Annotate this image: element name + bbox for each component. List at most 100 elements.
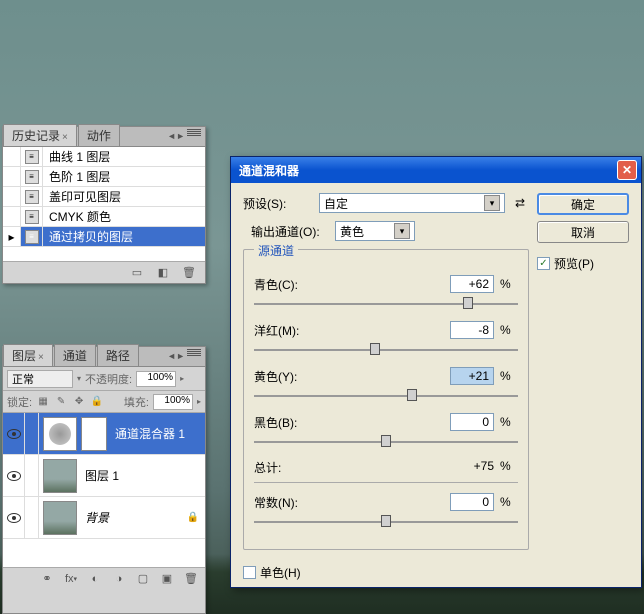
history-item[interactable]: ≡ 盖印可见图层: [3, 187, 205, 207]
eye-icon: [7, 513, 21, 523]
blend-mode-select[interactable]: 正常: [7, 370, 73, 388]
lock-indicator-icon: 🔒: [187, 512, 199, 523]
adjustment-thumb[interactable]: [43, 417, 77, 451]
magenta-slider[interactable]: [254, 341, 518, 357]
opacity-label: 不透明度:: [85, 371, 132, 387]
tab-close-icon[interactable]: ×: [38, 352, 44, 363]
monochrome-label: 单色(H): [260, 564, 301, 581]
tab-paths[interactable]: 路径: [97, 344, 139, 366]
fill-input[interactable]: 100%: [153, 394, 193, 410]
layer-style-icon[interactable]: fx▾: [63, 572, 79, 586]
panel-menu-icon[interactable]: [187, 129, 201, 143]
cyan-slider[interactable]: [254, 295, 518, 311]
history-item-selected[interactable]: ▸≡ 通过拷贝的图层: [3, 227, 205, 247]
layer-mask-thumb[interactable]: [81, 417, 107, 451]
history-item[interactable]: ≡ 色阶 1 图层: [3, 167, 205, 187]
layer-thumb[interactable]: [43, 459, 77, 493]
history-item[interactable]: ≡ 曲线 1 图层: [3, 147, 205, 167]
visibility-toggle[interactable]: [3, 413, 25, 454]
layer-icon: ≡: [25, 230, 39, 244]
delete-state-icon[interactable]: 🗑: [181, 266, 197, 280]
monochrome-checkbox[interactable]: [243, 566, 256, 579]
history-list: ≡ 曲线 1 图层 ≡ 色阶 1 图层 ≡ 盖印可见图层 ≡ CMYK 颜色 ▸…: [3, 147, 205, 261]
add-mask-icon[interactable]: ◐: [87, 572, 103, 586]
preview-checkbox[interactable]: ✓: [537, 257, 550, 270]
layers-panel: 图层× 通道 路径 ◄► 正常 ▾ 不透明度: 100% ▸ 锁定: ▦ ✎ ✥…: [2, 346, 206, 614]
lock-pixels-icon[interactable]: ✎: [54, 395, 68, 409]
dialog-titlebar[interactable]: 通道混和器 ✕: [231, 157, 641, 183]
total-value: +75: [474, 459, 494, 476]
cyan-input[interactable]: [450, 275, 494, 293]
layer-row[interactable]: 背景 🔒: [3, 497, 205, 539]
layer-name[interactable]: 通道混合器 1: [111, 425, 205, 442]
output-channel-label: 输出通道(O):: [251, 223, 329, 240]
history-current-marker: ▸: [3, 227, 21, 246]
layers-tabs: 图层× 通道 路径 ◄►: [3, 347, 205, 367]
source-channels-fieldset: 源通道 青色(C): % 洋红(M): % 黄色(Y): %: [243, 249, 529, 550]
panel-menu-icon[interactable]: [187, 349, 201, 363]
magenta-label: 洋红(M):: [254, 322, 312, 339]
new-layer-icon[interactable]: ▣: [159, 572, 175, 586]
tab-history[interactable]: 历史记录×: [3, 124, 77, 146]
ok-button[interactable]: 确定: [537, 193, 629, 215]
link-layers-icon[interactable]: ⚭: [39, 572, 55, 586]
visibility-toggle[interactable]: [3, 497, 25, 538]
fieldset-legend: 源通道: [254, 242, 298, 259]
chevron-down-icon: ▾: [484, 195, 500, 211]
adjustment-layer-icon[interactable]: ◑: [111, 572, 127, 586]
tab-channels[interactable]: 通道: [54, 344, 96, 366]
history-panel: 历史记录× 动作 ◄► ≡ 曲线 1 图层 ≡ 色阶 1 图层 ≡ 盖印可见图层…: [2, 126, 206, 284]
output-channel-select[interactable]: 黄色 ▾: [335, 221, 415, 241]
black-slider[interactable]: [254, 433, 518, 449]
new-group-icon[interactable]: ▢: [135, 572, 151, 586]
tab-layers[interactable]: 图层×: [3, 344, 53, 366]
layer-icon: ≡: [25, 170, 39, 184]
eye-icon: [7, 429, 21, 439]
panel-collapse-icon[interactable]: ◄►: [167, 351, 185, 361]
yellow-input[interactable]: [450, 367, 494, 385]
channel-mixer-dialog: 通道混和器 ✕ 预设(S): 自定 ▾ ⇄ 输出通道(O): 黄色 ▾: [230, 156, 642, 588]
delete-layer-icon[interactable]: 🗑: [183, 572, 199, 586]
constant-slider[interactable]: [254, 513, 518, 529]
fill-arrow-icon[interactable]: ▸: [197, 397, 201, 406]
lock-position-icon[interactable]: ✥: [72, 395, 86, 409]
dialog-title: 通道混和器: [239, 162, 299, 179]
total-label: 总计:: [254, 459, 281, 476]
black-input[interactable]: [450, 413, 494, 431]
layer-icon: ≡: [25, 190, 39, 204]
layer-name[interactable]: 图层 1: [81, 467, 205, 484]
constant-label: 常数(N):: [254, 494, 312, 511]
layer-icon: ≡: [25, 210, 39, 224]
opacity-input[interactable]: 100%: [136, 371, 176, 387]
layer-row-selected[interactable]: 通道混合器 1: [3, 413, 205, 455]
black-label: 黑色(B):: [254, 414, 312, 431]
panel-collapse-icon[interactable]: ◄►: [167, 131, 185, 141]
eye-icon: [7, 471, 21, 481]
preset-select[interactable]: 自定 ▾: [319, 193, 505, 213]
lock-transparency-icon[interactable]: ▦: [36, 395, 50, 409]
history-item[interactable]: ≡ CMYK 颜色: [3, 207, 205, 227]
yellow-slider[interactable]: [254, 387, 518, 403]
layer-row[interactable]: 图层 1: [3, 455, 205, 497]
visibility-toggle[interactable]: [3, 455, 25, 496]
yellow-label: 黄色(Y):: [254, 368, 312, 385]
lock-label: 锁定:: [7, 394, 32, 410]
opacity-arrow-icon[interactable]: ▸: [180, 374, 184, 383]
preset-menu-icon[interactable]: ⇄: [511, 194, 529, 212]
layer-thumb[interactable]: [43, 501, 77, 535]
tab-actions[interactable]: 动作: [78, 124, 120, 146]
snapshot-icon[interactable]: ◧: [155, 266, 171, 280]
magenta-input[interactable]: [450, 321, 494, 339]
constant-input[interactable]: [450, 493, 494, 511]
cyan-label: 青色(C):: [254, 276, 312, 293]
lock-all-icon[interactable]: 🔒: [90, 395, 104, 409]
layers-list: 通道混合器 1 图层 1 背景 🔒: [3, 413, 205, 567]
history-tabs: 历史记录× 动作 ◄►: [3, 127, 205, 147]
history-footer: ▭ ◧ 🗑: [3, 261, 205, 283]
cancel-button[interactable]: 取消: [537, 221, 629, 243]
layer-name[interactable]: 背景: [81, 509, 187, 526]
new-document-from-state-icon[interactable]: ▭: [129, 266, 145, 280]
tab-close-icon[interactable]: ×: [62, 132, 68, 143]
close-icon[interactable]: ✕: [617, 160, 637, 180]
preview-label: 预览(P): [554, 255, 594, 272]
